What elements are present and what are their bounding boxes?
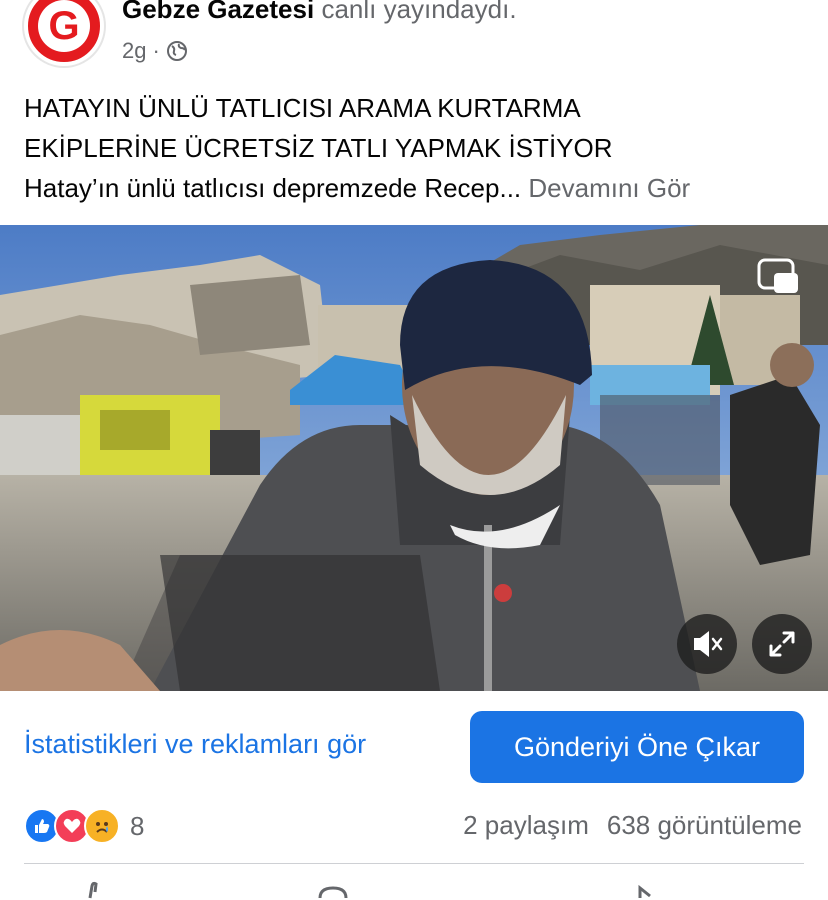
logo-letter: G xyxy=(48,4,80,48)
divider xyxy=(24,863,804,864)
post-text-line: EKİPLERİNE ÜCRETSİZ TATLI YAPMAK İSTİYOR xyxy=(24,133,613,163)
picture-in-picture-icon[interactable] xyxy=(756,257,800,297)
sad-icon xyxy=(84,808,120,844)
post-action-text: canlı yayındaydı. xyxy=(321,0,517,24)
comment-action-icon[interactable] xyxy=(318,880,348,900)
post-stats: 2 paylaşım 638 görüntüleme xyxy=(463,810,802,841)
mute-button[interactable] xyxy=(677,614,737,674)
like-action-icon[interactable] xyxy=(78,880,108,900)
meta-separator: · xyxy=(152,38,160,63)
post-meta: 2g · xyxy=(122,38,188,64)
post-text-line: HATAYIN ÜNLÜ TATLICISI ARAMA KURTARMA xyxy=(24,93,581,123)
globe-icon[interactable] xyxy=(166,40,188,62)
reaction-count: 8 xyxy=(130,810,145,841)
fullscreen-button[interactable] xyxy=(752,614,812,674)
boost-post-button[interactable]: Gönderiyi Öne Çıkar xyxy=(470,711,804,783)
post-time[interactable]: 2g xyxy=(122,38,146,64)
speaker-muted-icon xyxy=(694,631,723,657)
see-more-link[interactable]: Devamını Gör xyxy=(528,173,690,203)
insights-link[interactable]: İstatistikleri ve reklamları gör xyxy=(24,729,366,760)
page-avatar[interactable]: G xyxy=(24,0,104,66)
share-action-icon[interactable] xyxy=(630,880,660,900)
post-header: G Gebze Gazetesi canlı yayındaydı. 2g · xyxy=(0,0,828,70)
view-count: 638 görüntüleme xyxy=(606,810,802,840)
page-name-link[interactable]: Gebze Gazetesi xyxy=(122,0,314,24)
post-text-line: Hatay’ın ünlü tatlıcısı depremzede Recep… xyxy=(24,168,814,208)
reaction-summary[interactable]: 8 xyxy=(24,806,144,846)
post-message: HATAYIN ÜNLÜ TATLICISI ARAMA KURTARMA EK… xyxy=(24,88,814,208)
share-count[interactable]: 2 paylaşım xyxy=(463,810,589,841)
post-text-preview: Hatay’ın ünlü tatlıcısı depremzede Recep… xyxy=(24,173,522,203)
post-author-line: Gebze Gazetesi canlı yayındaydı. xyxy=(122,0,517,24)
expand-icon xyxy=(769,631,795,657)
